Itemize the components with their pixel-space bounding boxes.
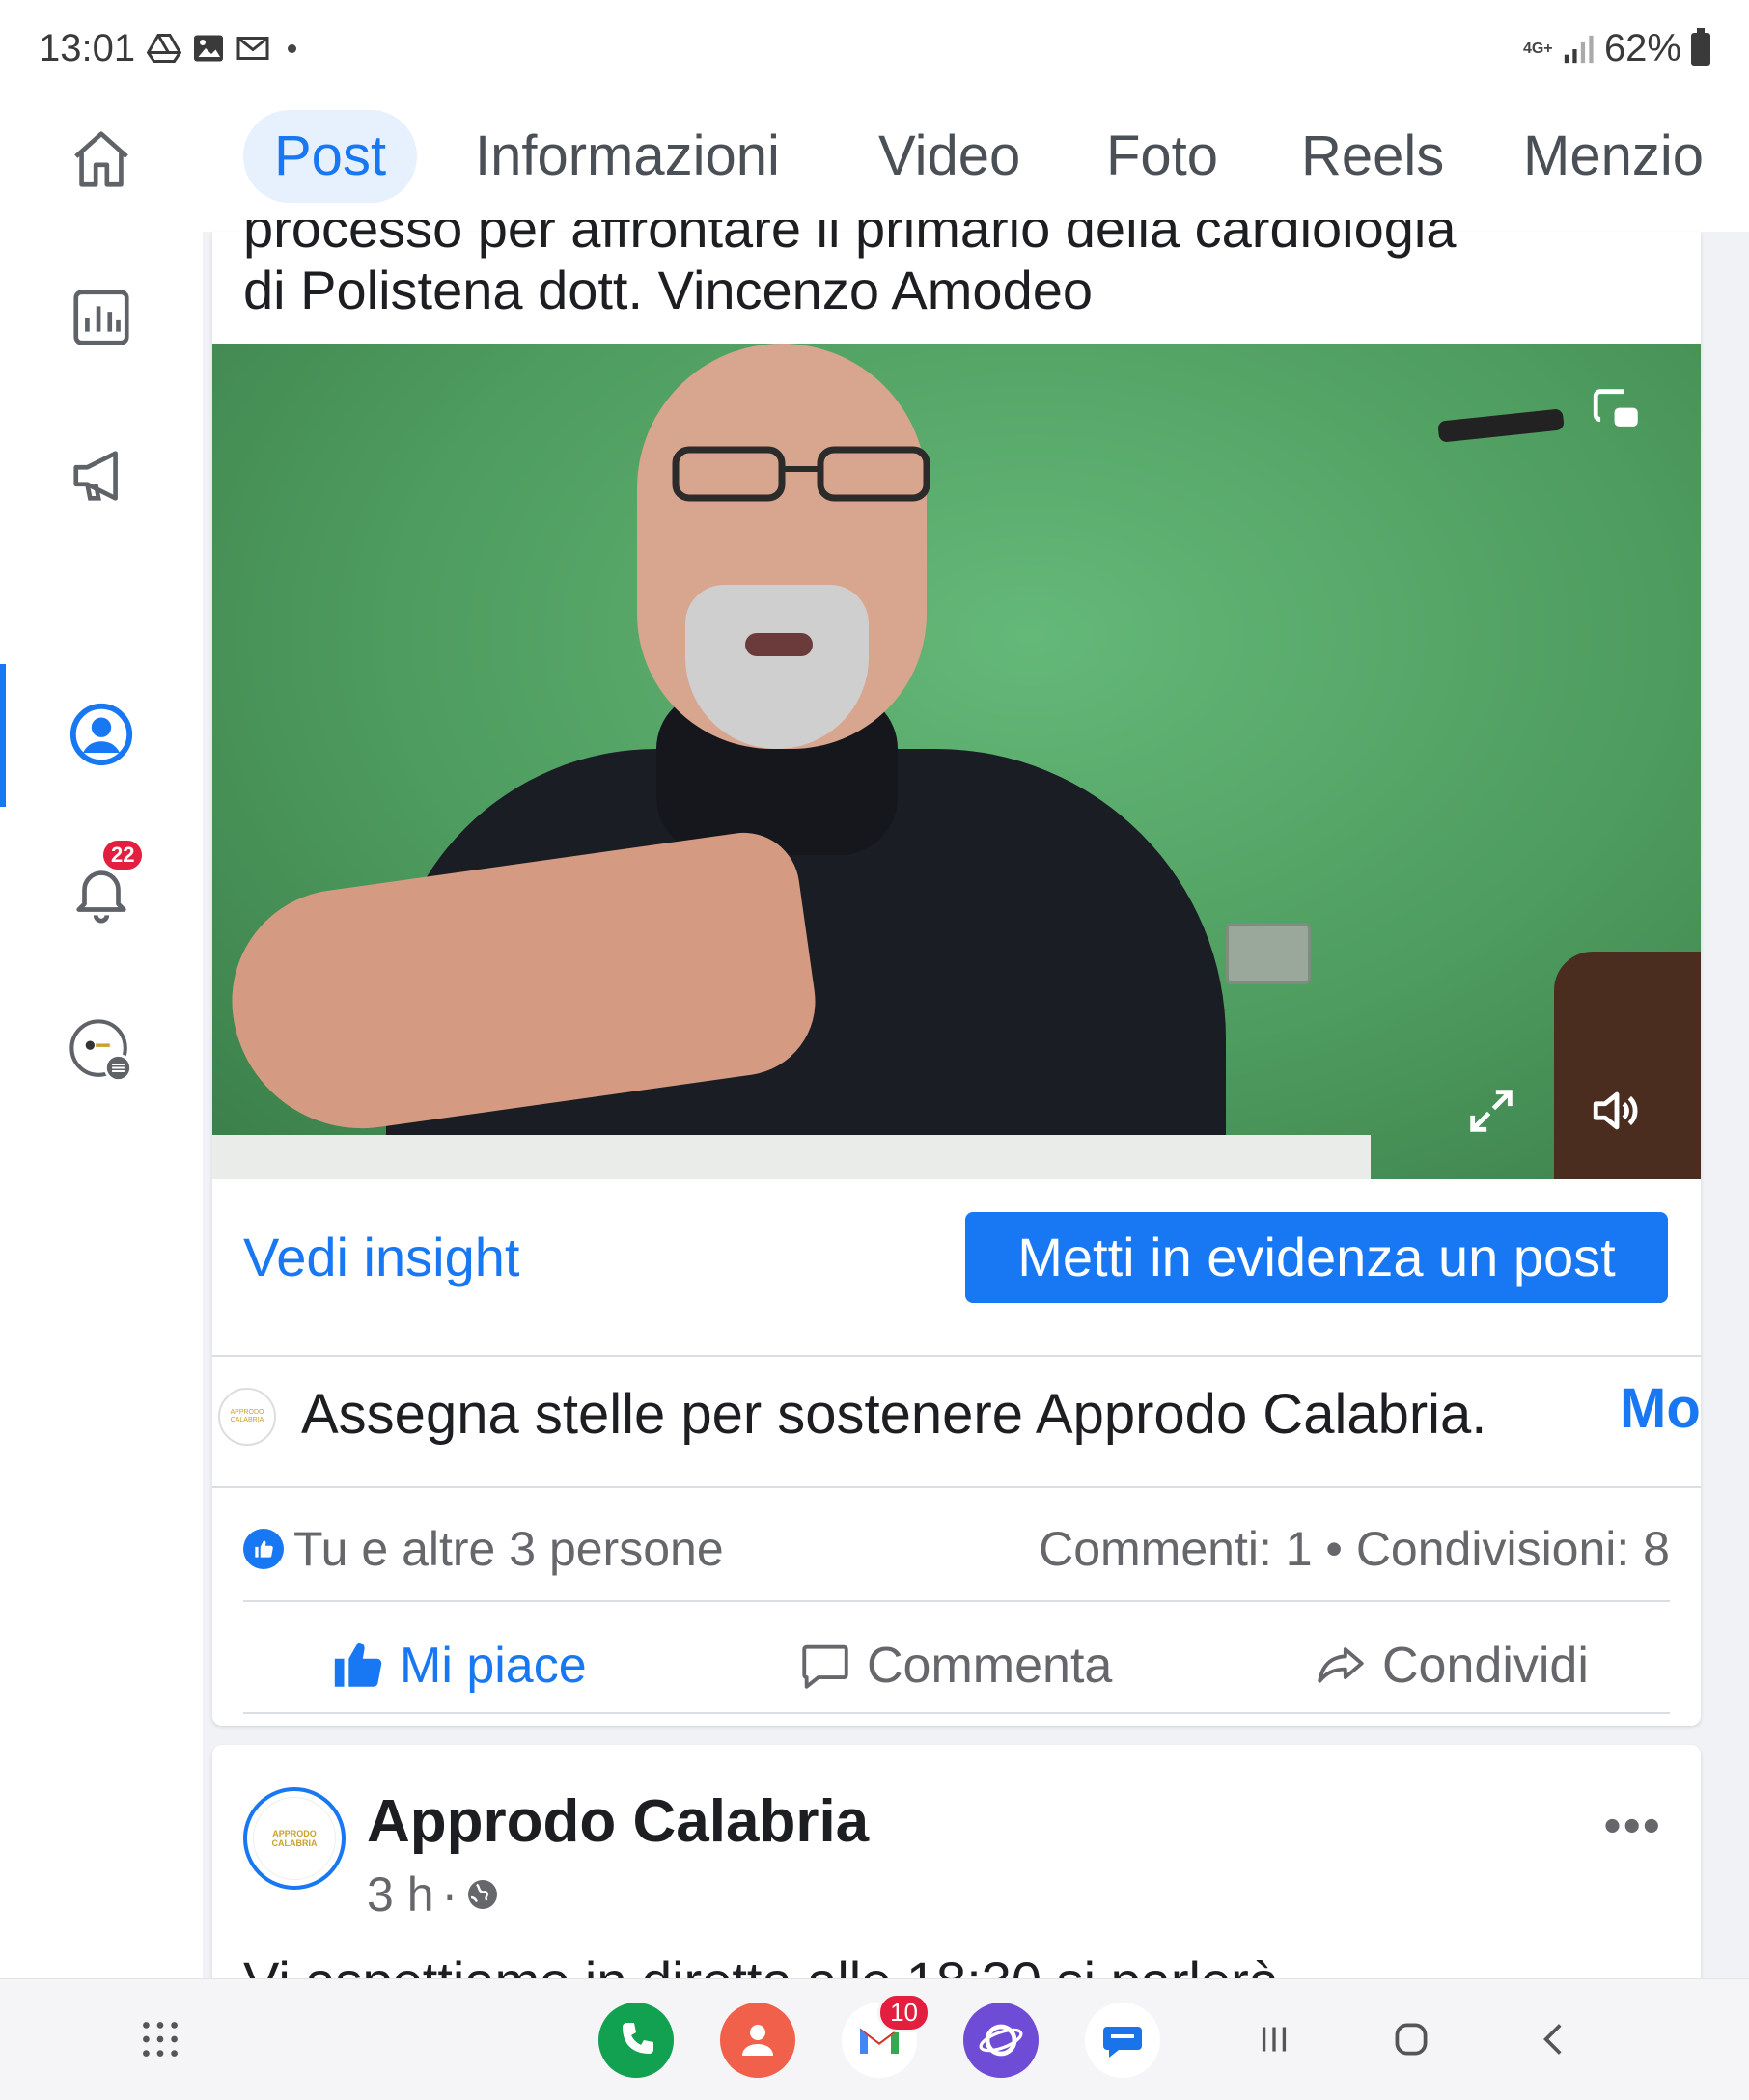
more-notifications-dot [288,43,296,53]
internet-browser-icon [979,2024,1023,2057]
page-name[interactable]: Approdo Calabria [367,1787,869,1856]
dock-internet[interactable] [963,2003,1039,2078]
meta-separator: · [441,1867,458,1921]
boost-post-button[interactable]: Metti in evidenza un post [965,1212,1668,1303]
reactions-text: Tu e altre 3 persone [293,1522,724,1576]
video-person-glasses [672,446,930,502]
gmail-status-icon [236,37,269,60]
battery-icon [1691,27,1710,66]
chart-icon [73,290,129,345]
apps-grid-icon [143,2022,178,2057]
stars-prompt-text: Assegna stelle per sostenere Approdo Cal… [301,1383,1487,1446]
comment-label: Commenta [867,1638,1113,1694]
tab-menzioni[interactable]: Menzio [1523,110,1704,203]
status-time: 13:01 [39,27,136,69]
contacts-icon [742,2025,773,2056]
megaphone-icon [73,451,118,501]
reactions-summary[interactable]: Tu e altre 3 persone [243,1521,724,1577]
video-chair [1554,952,1701,1179]
post-caption: di Polistena dott. Vincenzo Amodeo [243,260,1094,320]
video-papers [212,1135,1371,1179]
page-avatar[interactable]: APPRODO CALABRIA [243,1787,346,1890]
status-bar: 13:01 4G+ 62% [0,0,1749,102]
post-meta: 3 h · [367,1866,500,1922]
pip-button[interactable] [1583,376,1651,444]
network-type: 4G+ [1522,40,1553,57]
recents-button[interactable] [1245,2010,1303,2068]
post-options-button[interactable]: ••• [1603,1797,1662,1855]
dock-messages[interactable] [1085,2003,1160,2078]
like-button[interactable]: Mi piace [330,1627,587,1704]
dock-contacts[interactable] [720,2003,795,2078]
comment-icon [802,1644,848,1689]
notifications-badge: 22 [100,838,146,872]
phone-icon [623,2023,653,2054]
video-person-mouth [745,633,813,656]
stars-page-avatar: APPRODO CALABRIA [218,1388,276,1446]
comment-button[interactable]: Commenta [797,1627,1112,1704]
page-tabs: Post Informazioni Video Foto Reels Menzi… [203,102,1749,232]
globe-icon [468,1880,498,1909]
divider [243,1712,1670,1714]
left-navigation-rail: 22 [0,102,203,1978]
thumbs-up-icon [334,1642,382,1687]
status-notification-icons [147,31,296,66]
share-icon [1318,1647,1364,1683]
rail-ads[interactable] [60,434,143,517]
profile-icon [69,703,133,766]
page-logo-text: APPRODO CALABRIA [271,1829,318,1848]
app-drawer-button[interactable] [131,2010,189,2068]
tab-post[interactable]: Post [243,110,418,203]
expand-icon [1470,1090,1513,1132]
page-avatar-menu-icon [69,1019,133,1083]
tab-video[interactable]: Video [878,110,1020,203]
rail-profile[interactable] [60,693,143,776]
divider [212,1486,1701,1488]
page-logo: APPRODO CALABRIA [253,1797,336,1880]
fullscreen-button[interactable] [1458,1077,1525,1145]
tab-foto[interactable]: Foto [1106,110,1218,203]
gmail-badge: 10 [877,1993,930,2032]
share-button[interactable]: Condividi [1313,1627,1589,1704]
video-wall-switch [1226,923,1311,984]
post-time[interactable]: 3 h [367,1866,434,1922]
share-label: Condividi [1382,1638,1589,1694]
drive-icon [147,34,181,63]
view-insights-link[interactable]: Vedi insight [243,1226,519,1288]
dock-gmail[interactable]: 10 [842,1993,930,2078]
rail-active-indicator [0,664,6,807]
home-icon [74,131,128,187]
rail-insights[interactable] [60,276,143,359]
battery-percent: 62% [1603,27,1681,69]
divider [212,1355,1701,1357]
messages-icon [1103,2027,1142,2058]
rail-page-menu[interactable] [60,1009,143,1092]
android-navigation-bar: 10 [0,1978,1749,2100]
like-label: Mi piace [400,1638,587,1694]
picture-in-picture-icon [1593,389,1638,427]
dock-phone[interactable] [598,2003,674,2078]
like-reaction-icon [243,1529,284,1569]
divider [243,1600,1670,1602]
back-chevron-icon [1543,2024,1562,2055]
rail-notifications[interactable]: 22 [60,838,146,934]
status-right-icons: 4G+ 62% [1523,27,1710,70]
speaker-icon [1593,1091,1638,1130]
tab-reels[interactable]: Reels [1301,110,1444,203]
recents-icon [1262,2027,1287,2052]
back-button[interactable] [1525,2010,1583,2068]
home-button[interactable] [1382,2010,1440,2068]
comments-shares-count[interactable]: Commenti: 1 • Condivisioni: 8 [1039,1521,1670,1577]
volume-button[interactable] [1583,1077,1651,1145]
signal-icon [1564,35,1594,63]
post-video[interactable] [212,344,1701,1179]
stars-more-link[interactable]: Mo [1620,1376,1701,1441]
rail-home[interactable] [60,118,143,201]
post-card: processo per affrontare il primario dell… [212,220,1701,1726]
tab-informazioni[interactable]: Informazioni [475,110,780,203]
gallery-icon [194,35,223,62]
home-square-icon [1395,2023,1428,2056]
stars-avatar-logo: APPRODO CALABRIA [230,1409,264,1423]
